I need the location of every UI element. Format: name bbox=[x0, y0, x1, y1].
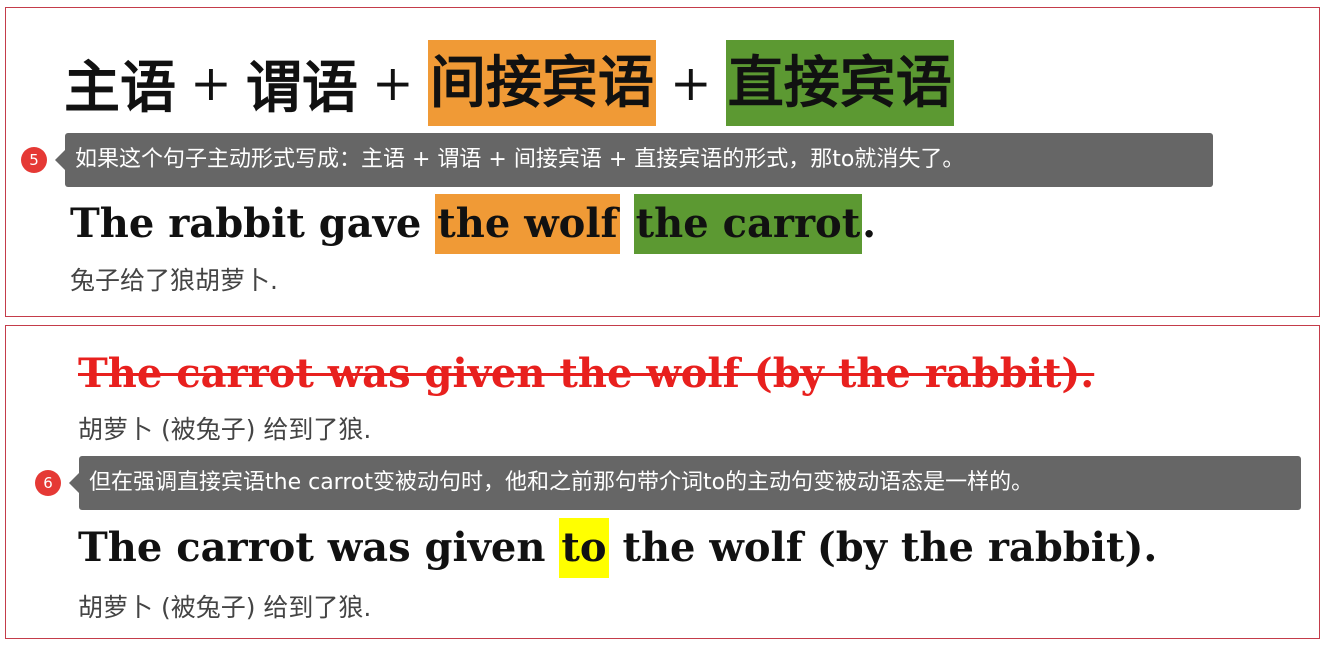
grammar-formula: 主语 + 谓语 + 间接宾语 + 直接宾语 bbox=[64, 40, 954, 126]
chinese-translation: 兔子给了狼胡萝卜. bbox=[70, 266, 278, 295]
note-callout: 如果这个句子主动形式写成：主语 + 谓语 + 间接宾语 + 直接宾语的形式，那t… bbox=[55, 133, 1213, 187]
sentence-preposition-to: to bbox=[559, 518, 609, 578]
sentence-part-subject-verb: The carrot was given bbox=[78, 524, 560, 571]
sentence-space bbox=[620, 194, 634, 254]
sentence-indirect-object: the wolf bbox=[435, 194, 620, 254]
note-callout: 但在强调直接宾语the carrot变被动句时，他和之前那句带介词to的主动句变… bbox=[69, 456, 1301, 510]
incorrect-translation: 胡萝卜 (被兔子) 给到了狼. bbox=[78, 415, 372, 444]
formula-plus-1: + bbox=[190, 54, 232, 112]
sentence-direct-object: the carrot bbox=[633, 194, 863, 254]
sentence-period: . bbox=[862, 200, 877, 247]
chinese-translation: 胡萝卜 (被兔子) 给到了狼. bbox=[78, 593, 372, 622]
formula-subject: 主语 bbox=[64, 54, 176, 121]
panel-passive-direct-object: The carrot was given the wolf (by the ra… bbox=[5, 325, 1320, 639]
formula-indirect-object: 间接宾语 bbox=[427, 40, 656, 126]
formula-plus-2: + bbox=[371, 54, 414, 112]
example-sentence: The rabbit gave the wolf the carrot. bbox=[70, 194, 876, 254]
formula-direct-object: 直接宾语 bbox=[725, 40, 954, 126]
formula-predicate: 谓语 bbox=[245, 54, 358, 121]
sentence-part-subject-verb: The rabbit gave bbox=[70, 200, 436, 247]
note-number-badge: 6 bbox=[35, 470, 61, 496]
formula-plus-3: + bbox=[669, 54, 712, 112]
note-number-badge: 5 bbox=[21, 147, 47, 173]
sentence-rest: the wolf (by the rabbit). bbox=[608, 524, 1158, 571]
example-sentence: The carrot was given to the wolf (by the… bbox=[78, 518, 1157, 578]
incorrect-sentence: The carrot was given the wolf (by the ra… bbox=[78, 350, 1095, 397]
panel-active-to-indirect: 主语 + 谓语 + 间接宾语 + 直接宾语 5 如果这个句子主动形式写成：主语 … bbox=[5, 7, 1320, 317]
